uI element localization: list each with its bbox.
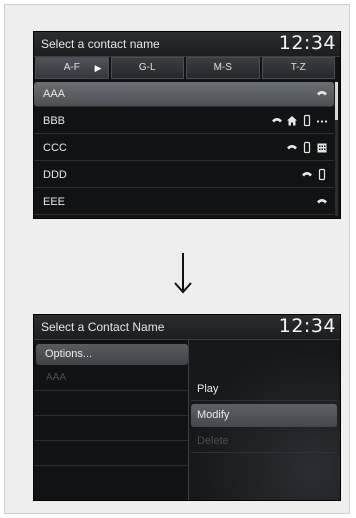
contact-type-icons (301, 168, 328, 181)
clock: 12:34 (278, 32, 336, 54)
menu-item-play[interactable]: Play (191, 378, 337, 401)
phone-icon (316, 87, 328, 100)
mobile-icon (316, 168, 328, 181)
work-icon (316, 141, 328, 154)
contact-type-icons (316, 87, 328, 100)
phone-icon (286, 141, 298, 154)
menu-item-modify[interactable]: Modify (191, 404, 337, 427)
list-item (34, 441, 188, 466)
scrollbar[interactable] (335, 82, 338, 216)
home-icon (286, 114, 298, 127)
contact-type-icons (271, 114, 328, 127)
contact-row-ddd[interactable]: DDD (34, 163, 334, 188)
tab-t-z[interactable]: T-Z (261, 57, 335, 79)
screen-title: Select a Contact Name (41, 320, 165, 334)
contact-name: AAA (46, 372, 67, 383)
contact-name: BBB (43, 115, 66, 127)
contact-list-screen: Select a contact name 12:34 A-F ▶ G-L M-… (33, 31, 341, 219)
contact-name: CCC (43, 142, 67, 154)
phone-icon (301, 168, 313, 181)
arrow-right-icon: ▶ (94, 63, 102, 73)
list-item (34, 391, 188, 416)
tab-m-s[interactable]: M-S (186, 57, 260, 79)
header-bar: Select a contact name 12:34 (34, 32, 340, 57)
illustration-panel: Select a contact name 12:34 A-F ▶ G-L M-… (4, 4, 350, 514)
left-pane: Options... AAA (34, 340, 188, 500)
phone-icon (271, 114, 283, 127)
contact-name: DDD (43, 169, 67, 181)
alphabet-tabs: A-F ▶ G-L M-S T-Z (34, 57, 336, 81)
contact-name: EEE (43, 196, 66, 208)
screen-title: Select a contact name (41, 37, 160, 51)
mobile-icon (301, 114, 313, 127)
mobile-icon (301, 141, 313, 154)
options-button[interactable]: Options... (36, 344, 188, 365)
list-item: AAA (34, 366, 188, 391)
contact-row-ccc[interactable]: CCC (34, 136, 334, 161)
options-menu: Play Modify Delete (188, 340, 340, 500)
arrow-down-icon (174, 253, 192, 294)
contact-row-aaa[interactable]: AAA (34, 82, 334, 107)
tab-a-f[interactable]: A-F ▶ (35, 57, 109, 79)
scrollbar-thumb[interactable] (335, 82, 338, 120)
contact-type-icons (316, 195, 328, 208)
contact-name: AAA (43, 88, 66, 100)
menu-item-delete: Delete (191, 430, 337, 453)
contact-type-icons (286, 141, 328, 154)
contact-row-eee[interactable]: EEE (34, 190, 334, 215)
tab-g-l[interactable]: G-L (110, 57, 184, 79)
contact-options-screen: Select a Contact Name 12:34 Options... A… (33, 314, 341, 501)
list-item (34, 416, 188, 441)
phone-icon (316, 195, 328, 208)
clock: 12:34 (278, 315, 336, 337)
header-bar: Select a Contact Name 12:34 (34, 315, 340, 340)
more-icon (316, 114, 328, 127)
contact-row-bbb[interactable]: BBB (34, 109, 334, 134)
